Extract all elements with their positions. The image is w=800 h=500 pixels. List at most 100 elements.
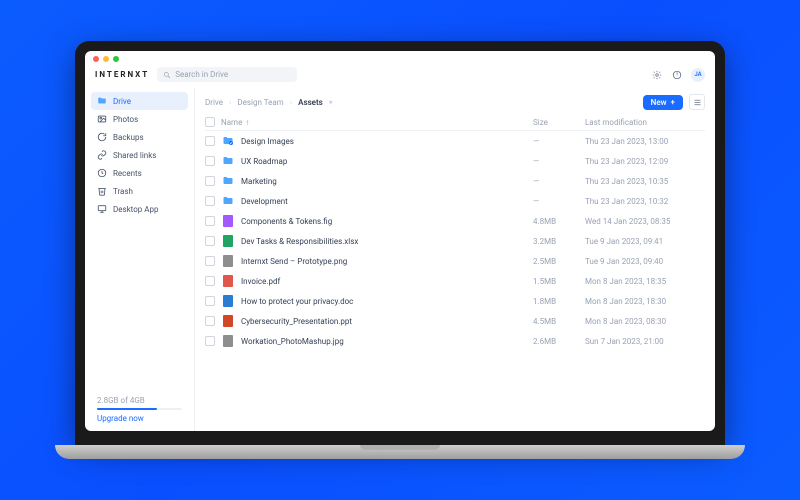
folder-icon [97,96,107,106]
new-button[interactable]: New + [643,95,683,110]
search-icon [163,71,171,79]
window-titlebar [85,51,715,67]
content: Drive › Design Team › Assets ▾ New + [195,88,715,431]
sidebar-item-recents[interactable]: Recents [91,164,188,182]
chevron-right-icon: › [229,98,231,107]
table-row[interactable]: Internxt Send – Prototype.png 2.5MB Tue 9 … [205,251,705,271]
svg-text:?: ? [676,72,679,78]
table-row[interactable]: Development—Thu 23 Jan 2023, 10:32 [205,191,705,211]
file-modified: Mon 8 Jan 2023, 08:30 [585,317,705,326]
settings-button[interactable] [651,69,663,81]
file-modified: Wed 14 Jan 2023, 08:35 [585,217,705,226]
table-row[interactable]: Workation_PhotoMashup.jpg 2.6MB Sun 7 Jan … [205,331,705,351]
row-checkbox[interactable] [205,196,215,206]
file-size: 2.6MB [533,337,579,346]
file-name: Development [241,197,527,206]
file-size: 4.5MB [533,317,579,326]
search-placeholder: Search in Drive [175,70,228,79]
select-all-checkbox[interactable] [205,117,215,127]
row-checkbox[interactable] [205,256,215,266]
file-icon [223,215,233,227]
minimize-icon[interactable] [103,56,109,62]
file-name: Invoice.pdf [241,277,527,286]
file-modified: Tue 9 Jan 2023, 09:40 [585,257,705,266]
table-row[interactable]: Invoice.pdf 1.5MB Mon 8 Jan 2023, 18:35 [205,271,705,291]
trash-icon [97,186,107,196]
row-checkbox[interactable] [205,316,215,326]
file-icon [223,255,233,267]
file-icon [223,275,233,287]
file-size: 1.5MB [533,277,579,286]
backup-icon [97,132,107,142]
file-modified: Tue 9 Jan 2023, 09:41 [585,237,705,246]
gear-icon [652,70,662,80]
chevron-right-icon: › [290,98,292,107]
breadcrumb-item[interactable]: Drive [205,98,223,107]
file-size: 2.5MB [533,257,579,266]
file-name: Workation_PhotoMashup.jpg [241,337,527,346]
row-checkbox[interactable] [205,296,215,306]
toolbar: INTERNXT Search in Drive ? JA [85,67,715,88]
table-row[interactable]: Design Images—Thu 23 Jan 2023, 13:00 [205,131,705,151]
file-list: Design Images—Thu 23 Jan 2023, 13:00 UX R… [205,131,705,427]
sidebar-item-trash[interactable]: Trash [91,182,188,200]
view-toggle[interactable] [689,94,705,110]
sidebar-item-backups[interactable]: Backups [91,128,188,146]
sidebar-item-label: Backups [113,133,144,142]
table-row[interactable]: Components & Tokens.fig4.8MBWed 14 Jan 2… [205,211,705,231]
file-icon [223,315,233,327]
file-name: Dev Tasks & Responsibilities.xlsx [241,237,527,246]
breadcrumb-item[interactable]: Design Team [237,98,283,107]
main: Drive Photos Backups Shared links [85,88,715,431]
sidebar-item-label: Trash [113,187,133,196]
file-name: UX Roadmap [241,157,527,166]
app-window: INTERNXT Search in Drive ? JA [85,51,715,431]
table-row[interactable]: How to protect your privacy.doc1.8MBMon … [205,291,705,311]
file-size: — [533,197,579,206]
search-input[interactable]: Search in Drive [157,67,297,82]
help-button[interactable]: ? [671,69,683,81]
sidebar-item-label: Recents [113,169,142,178]
sidebar-item-photos[interactable]: Photos [91,110,188,128]
file-size: 1.8MB [533,297,579,306]
close-icon[interactable] [93,56,99,62]
row-checkbox[interactable] [205,216,215,226]
row-checkbox[interactable] [205,176,215,186]
plus-icon: + [671,98,675,107]
help-icon: ? [672,70,682,80]
screen-bezel: INTERNXT Search in Drive ? JA [75,41,725,445]
table-row[interactable]: Cybersecurity_Presentation.ppt4.5MBMon 8… [205,311,705,331]
row-checkbox[interactable] [205,236,215,246]
file-modified: Sun 7 Jan 2023, 21:00 [585,337,705,346]
clock-icon [97,168,107,178]
chevron-down-icon[interactable]: ▾ [329,98,333,107]
file-size: — [533,157,579,166]
file-name: How to protect your privacy.doc [241,297,527,306]
row-checkbox[interactable] [205,156,215,166]
maximize-icon[interactable] [113,56,119,62]
file-icon [223,335,233,347]
table-row[interactable]: Marketing—Thu 23 Jan 2023, 10:35 [205,171,705,191]
file-modified: Mon 8 Jan 2023, 18:35 [585,277,705,286]
storage-meter: 2.8GB of 4GB Upgrade now [91,392,188,427]
row-checkbox[interactable] [205,276,215,286]
col-mod[interactable]: Last modification [585,118,705,127]
breadcrumb: Drive › Design Team › Assets ▾ New + [205,92,705,114]
upgrade-link[interactable]: Upgrade now [97,414,144,423]
file-icon [223,235,233,247]
col-name[interactable]: Name ↑ [221,118,527,127]
file-name: Internxt Send – Prototype.png [241,257,527,266]
table-row[interactable]: UX Roadmap—Thu 23 Jan 2023, 12:09 [205,151,705,171]
sidebar-item-drive[interactable]: Drive [91,92,188,110]
file-size: 3.2MB [533,237,579,246]
col-size[interactable]: Size [533,118,579,127]
row-checkbox[interactable] [205,136,215,146]
folder-icon [221,135,235,147]
storage-text: 2.8GB of 4GB [97,396,182,405]
breadcrumb-current[interactable]: Assets [298,98,323,107]
row-checkbox[interactable] [205,336,215,346]
avatar[interactable]: JA [691,68,705,82]
sidebar-item-shared[interactable]: Shared links [91,146,188,164]
table-row[interactable]: Dev Tasks & Responsibilities.xlsx 3.2MB Tu… [205,231,705,251]
sidebar-item-desktop[interactable]: Desktop App [91,200,188,218]
